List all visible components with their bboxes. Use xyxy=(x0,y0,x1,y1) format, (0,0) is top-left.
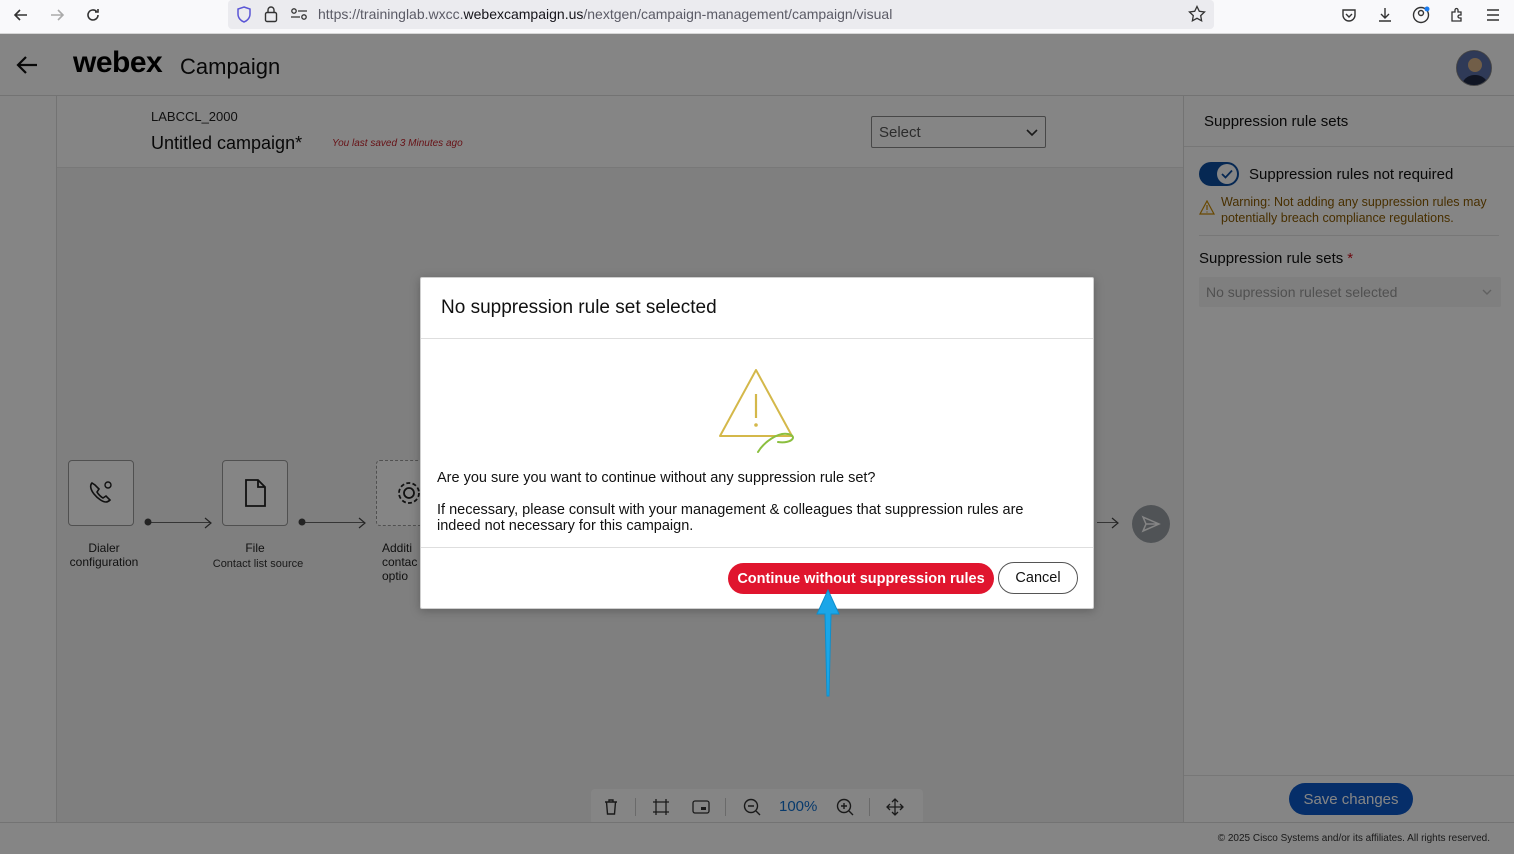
browser-forward-icon[interactable] xyxy=(44,4,70,26)
divider xyxy=(421,547,1093,548)
pocket-icon[interactable] xyxy=(1338,4,1360,26)
warning-triangle-icon xyxy=(719,369,794,453)
pointer-arrow-icon xyxy=(816,588,840,697)
cancel-button[interactable]: Cancel xyxy=(998,562,1078,594)
divider xyxy=(421,338,1093,339)
browser-back-icon[interactable] xyxy=(8,4,34,26)
permissions-icon[interactable] xyxy=(290,7,308,26)
shield-icon[interactable] xyxy=(236,6,252,28)
dialog-title: No suppression rule set selected xyxy=(441,297,717,318)
url-text: https://traininglab.wxcc.webexcampaign.u… xyxy=(318,6,893,22)
continue-without-rules-button[interactable]: Continue without suppression rules xyxy=(728,563,994,594)
dialog-body: If necessary, please consult with your m… xyxy=(437,502,1024,534)
browser-reload-icon[interactable] xyxy=(80,4,106,26)
dialog-question: Are you sure you want to continue withou… xyxy=(437,470,876,486)
downloads-icon[interactable] xyxy=(1374,4,1396,26)
url-bar[interactable]: https://traininglab.wxcc.webexcampaign.u… xyxy=(228,0,1214,29)
browser-toolbar: https://traininglab.wxcc.webexcampaign.u… xyxy=(0,0,1514,34)
lock-icon[interactable] xyxy=(264,5,278,28)
account-icon[interactable] xyxy=(1410,4,1432,26)
confirm-dialog: No suppression rule set selected Are you… xyxy=(420,277,1094,609)
menu-icon[interactable] xyxy=(1482,4,1504,26)
bookmark-star-icon[interactable] xyxy=(1188,4,1206,28)
extensions-icon[interactable] xyxy=(1446,4,1468,26)
